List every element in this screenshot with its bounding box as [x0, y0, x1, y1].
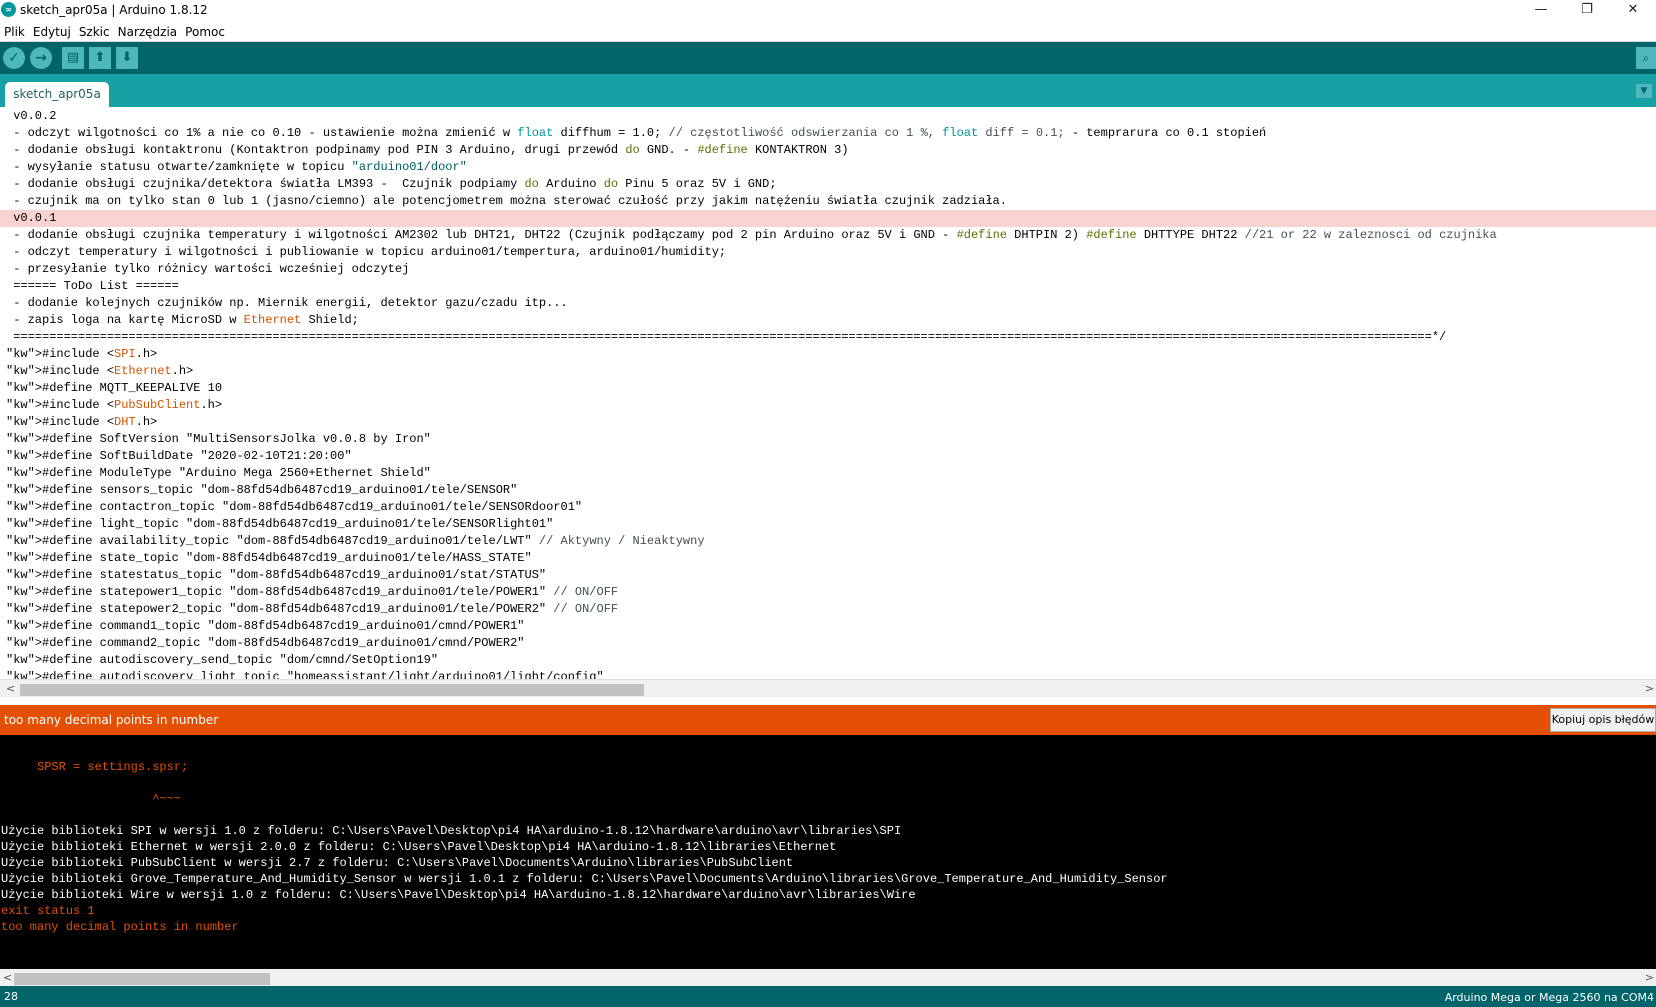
upload-button[interactable]: →: [30, 47, 52, 69]
menu-sketch[interactable]: Szkic: [75, 23, 114, 39]
console-line: Użycie biblioteki SPI w wersji 1.0 z fol…: [1, 824, 902, 838]
code-line: "kw">#define command1_topic "dom-88fd54d…: [6, 619, 525, 633]
code-line: ========================================…: [6, 330, 1447, 344]
error-message: too many decimal points in number: [4, 713, 219, 727]
save-arrow-down-icon: ⬇: [121, 50, 133, 65]
code-line: "kw">#define autodiscovery_send_topic "d…: [6, 653, 439, 667]
menu-file[interactable]: Plik: [0, 23, 29, 39]
board-info: Arduino Mega or Mega 2560 na COM4: [1444, 991, 1654, 1004]
title-bar: ∞ sketch_apr05a | Arduino 1.8.12 — ❐ ✕: [0, 0, 1656, 21]
tab-menu-button[interactable]: ▼: [1636, 84, 1652, 98]
restore-button[interactable]: ❐: [1564, 0, 1610, 21]
code-line: "kw">#define sensors_topic "dom-88fd54db…: [6, 483, 518, 497]
code-line: ====== ToDo List ======: [6, 279, 179, 293]
check-icon: ✓: [8, 50, 20, 66]
scroll-right-icon[interactable]: >: [1645, 680, 1654, 697]
save-sketch-button[interactable]: ⬇: [116, 47, 138, 69]
code-line: - wysyłanie statusu otwarte/zamknięte w …: [6, 160, 467, 174]
console-line: too many decimal points in number: [1, 920, 239, 934]
console-line: exit status 1: [1, 904, 95, 918]
code-line: "kw">#define MQTT_KEEPALIVE 10: [6, 381, 223, 395]
error-bar: too many decimal points in number Kopiuj…: [0, 705, 1656, 735]
console-output[interactable]: SPSR = settings.spsr; ^~~~ Użycie bibliot…: [0, 735, 1656, 969]
code-line: - zapis loga na kartę MicroSD w Ethernet…: [6, 313, 359, 327]
code-line: "kw">#define contactron_topic "dom-88fd5…: [6, 500, 583, 514]
window-title: sketch_apr05a | Arduino 1.8.12: [20, 3, 208, 17]
code-line: - odczyt temperatury i wilgotności i pub…: [6, 245, 727, 259]
console-horizontal-scrollbar[interactable]: < >: [0, 969, 1656, 986]
menu-bar: Plik Edytuj Szkic Narzędzia Pomoc: [0, 21, 1656, 42]
scroll-left-icon[interactable]: <: [6, 680, 15, 697]
console-scroll-right-icon[interactable]: >: [1645, 969, 1654, 986]
console-line: Użycie biblioteki Wire w wersji 1.0 z fo…: [1, 888, 916, 902]
magnifier-icon: ⌕: [1642, 51, 1650, 65]
code-line: "kw">#define statepower2_topic "dom-88fd…: [6, 602, 619, 616]
code-line: "kw">#define statepower1_topic "dom-88fd…: [6, 585, 619, 599]
new-file-icon: ▤: [66, 50, 80, 65]
code-line: - dodanie obsługi kontaktronu (Kontaktro…: [6, 143, 849, 157]
arrow-right-icon: →: [35, 50, 47, 66]
status-bar: 28 Arduino Mega or Mega 2560 na COM4: [0, 986, 1656, 1007]
code-line: "kw">#define SoftBuildDate "2020-02-10T2…: [6, 449, 352, 463]
new-sketch-button[interactable]: ▤: [62, 47, 84, 69]
console-scroll-left-icon[interactable]: <: [3, 969, 12, 986]
code-line: - czujnik ma on tylko stan 0 lub 1 (jasn…: [6, 194, 1007, 208]
serial-monitor-button[interactable]: ⌕: [1636, 47, 1656, 69]
code-line: v0.0.2: [6, 109, 57, 123]
editor-scroll-thumb[interactable]: [20, 684, 644, 696]
code-line: "kw">#define command2_topic "dom-88fd54d…: [6, 636, 525, 650]
chevron-down-icon: ▼: [1640, 86, 1648, 96]
line-number: 28: [4, 990, 18, 1003]
code-line: "kw">#define statestatus_topic "dom-88fd…: [6, 568, 547, 582]
code-line: "kw">#define SoftVersion "MultiSensorsJo…: [6, 432, 431, 446]
console-line: Użycie biblioteki PubSubClient w wersji …: [1, 856, 794, 870]
code-line: "kw">#include <PubSubClient.h>: [6, 398, 223, 412]
tab-bar: sketch_apr05a ▼: [0, 74, 1656, 107]
code-line: "kw">#define light_topic "dom-88fd54db64…: [6, 517, 554, 531]
console-line: Użycie biblioteki Grove_Temperature_And_…: [1, 872, 1168, 886]
code-line: - dodanie kolejnych czujników np. Mierni…: [6, 296, 568, 310]
code-line: "kw">#define ModuleType "Arduino Mega 25…: [6, 466, 431, 480]
code-line: - odczyt wilgotności co 1% a nie co 0.10…: [6, 126, 1267, 140]
code-line: - przesyłanie tylko różnicy wartości wcz…: [6, 262, 410, 276]
code-line: "kw">#define state_topic "dom-88fd54db64…: [6, 551, 532, 565]
close-button[interactable]: ✕: [1610, 0, 1656, 21]
open-arrow-up-icon: ⬆: [94, 50, 106, 65]
menu-tools[interactable]: Narzędzia: [114, 23, 182, 39]
menu-help[interactable]: Pomoc: [181, 23, 229, 39]
code-line: "kw">#define availability_topic "dom-88f…: [6, 534, 705, 548]
code-lines: v0.0.2 - odczyt wilgotności co 1% a nie …: [0, 108, 1656, 680]
editor-horizontal-scrollbar[interactable]: < >: [0, 679, 1656, 697]
menu-edit[interactable]: Edytuj: [29, 23, 75, 39]
tab-sketch[interactable]: sketch_apr05a: [5, 82, 109, 107]
console-line: Użycie biblioteki Ethernet w wersji 2.0.…: [1, 840, 837, 854]
copy-errors-button[interactable]: Kopiuj opis błędów: [1550, 708, 1656, 732]
console-line: ^~~~: [1, 792, 182, 806]
console-line: SPSR = settings.spsr;: [1, 760, 189, 774]
code-line: "kw">#include <Ethernet.h>: [6, 364, 194, 378]
code-line: - dodanie obsługi czujnika temperatury i…: [6, 228, 1497, 242]
code-line: - dodanie obsługi czujnika/detektora świ…: [6, 177, 777, 191]
minimize-button[interactable]: —: [1518, 0, 1564, 21]
code-line-error-highlight: v0.0.1: [0, 210, 1656, 227]
toolbar: ✓ → ▤ ⬆ ⬇ ⌕: [0, 42, 1656, 74]
code-editor[interactable]: v0.0.2 - odczyt wilgotności co 1% a nie …: [0, 107, 1656, 680]
arduino-logo-icon: ∞: [1, 2, 16, 17]
verify-button[interactable]: ✓: [3, 47, 25, 69]
code-line: "kw">#include <SPI.h>: [6, 347, 158, 361]
open-sketch-button[interactable]: ⬆: [89, 47, 111, 69]
code-line: "kw">#include <DHT.h>: [6, 415, 158, 429]
console-scroll-thumb[interactable]: [14, 973, 270, 985]
